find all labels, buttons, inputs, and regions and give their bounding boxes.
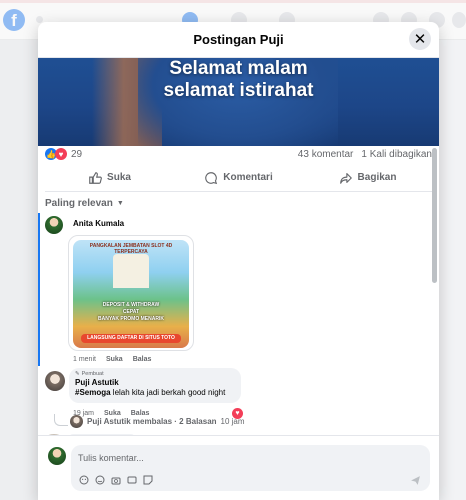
- post-image-text-line1: Selamat malam: [169, 58, 308, 79]
- comment-time[interactable]: 1 menit: [73, 356, 96, 363]
- scrollbar-thumb[interactable]: [432, 148, 437, 283]
- sticker-middle-line1: DEPOSIT & WITHDRAW: [102, 302, 160, 308]
- comment-sort-dropdown[interactable]: Paling relevan ▼: [38, 192, 439, 213]
- comment-reply-link[interactable]: Balas: [133, 356, 152, 363]
- post-stats: 👍 ♥ 29 43 komentar 1 Kali dibagikan: [38, 146, 439, 162]
- sticker-icon[interactable]: [143, 475, 153, 485]
- share-arrow-icon: [339, 172, 352, 184]
- comment-button[interactable]: Komentari: [174, 164, 303, 191]
- comment-bubble: ✎ Pembuat Puji Astutik #Semoga lelah kit…: [69, 368, 241, 403]
- gif-icon[interactable]: [127, 475, 137, 485]
- post-modal: Postingan Puji ✕ Selamat malam selamat i…: [38, 22, 439, 500]
- avatar[interactable]: [48, 447, 66, 465]
- modal-title: Postingan Puji: [193, 32, 284, 47]
- comment-label: Komentari: [223, 172, 273, 183]
- sort-label: Paling relevan: [45, 198, 113, 209]
- sticker-middle-line2: CEPAT: [122, 309, 140, 315]
- pencil-icon: ✎: [75, 371, 80, 377]
- author-badge-label: Pembuat: [81, 371, 104, 377]
- share-label: Bagikan: [357, 172, 397, 183]
- comment-like-link[interactable]: Suka: [106, 356, 123, 363]
- send-icon[interactable]: [410, 475, 421, 486]
- sticker-middle-line3: BANYAK PROMO MENARIK: [98, 316, 164, 322]
- post-actions: Suka Komentari Bagikan: [45, 164, 432, 192]
- replies-time: 10 jam: [220, 417, 245, 426]
- love-reaction-icon: ♥: [55, 148, 67, 160]
- highlight-bar: [38, 213, 40, 366]
- reaction-count: 29: [71, 148, 83, 160]
- share-button[interactable]: Bagikan: [303, 164, 432, 191]
- comment-item: Anita Kumala PANGKALAN JEMBATAN SLOT 4D …: [38, 213, 439, 367]
- avatar[interactable]: [45, 371, 65, 391]
- post-scroll-area[interactable]: Selamat malam selamat istirahat 👍 ♥ 29 4…: [38, 58, 439, 435]
- post-image-text-line2: selamat istirahat: [163, 80, 314, 101]
- comment-text: #Semoga lelah kita jadi berkah good nigh…: [75, 388, 235, 397]
- composer-tools: [79, 475, 153, 485]
- like-button[interactable]: Suka: [45, 164, 174, 191]
- comment-input[interactable]: [78, 451, 378, 465]
- reply-thread-line: [54, 414, 68, 426]
- avatar-sticker-icon[interactable]: [79, 475, 89, 485]
- comment-meta: 1 menit Suka Balas: [73, 356, 151, 363]
- comment-author[interactable]: Anita Kumala: [73, 219, 124, 228]
- like-label: Suka: [107, 172, 131, 183]
- close-icon: ✕: [413, 31, 427, 48]
- thumbs-up-icon: [89, 171, 102, 184]
- comment-body: lelah kita jadi berkah good night: [110, 388, 226, 397]
- sticker-middle-text: DEPOSIT & WITHDRAW CEPAT BANYAK PROMO ME…: [87, 302, 175, 323]
- reactions-summary[interactable]: 👍 ♥ 29: [45, 148, 82, 160]
- comment-input-box[interactable]: [71, 445, 430, 491]
- avatar[interactable]: [45, 216, 63, 234]
- view-replies-link[interactable]: Puji Astutik membalas · 2 Balasan 10 jam: [70, 415, 245, 428]
- emoji-icon[interactable]: [95, 475, 105, 485]
- comment-author[interactable]: Puji Astutik: [75, 378, 235, 387]
- camera-icon[interactable]: [111, 475, 121, 485]
- sticker-bottom-banner: LANGSUNG DAFTAR DI SITUS TOTO: [81, 334, 181, 343]
- comment-bubble-icon: [205, 171, 218, 184]
- share-count[interactable]: 1 Kali dibagikan: [361, 149, 432, 160]
- sticker-castle: [113, 254, 149, 288]
- comment-count[interactable]: 43 komentar: [298, 149, 354, 160]
- avatar: [70, 415, 83, 428]
- chevron-down-icon: ▼: [116, 200, 124, 207]
- author-badge: ✎ Pembuat: [75, 371, 235, 377]
- post-image[interactable]: Selamat malam selamat istirahat: [38, 58, 439, 146]
- comment-sticker-image[interactable]: PANGKALAN JEMBATAN SLOT 4D TERPERCAYA DE…: [68, 235, 194, 351]
- comment-composer: [38, 435, 439, 500]
- modal-header: Postingan Puji ✕: [38, 22, 439, 58]
- hashtag-link[interactable]: #Semoga: [75, 388, 111, 397]
- close-button[interactable]: ✕: [409, 28, 431, 50]
- replies-summary: Puji Astutik membalas · 2 Balasan: [87, 417, 217, 426]
